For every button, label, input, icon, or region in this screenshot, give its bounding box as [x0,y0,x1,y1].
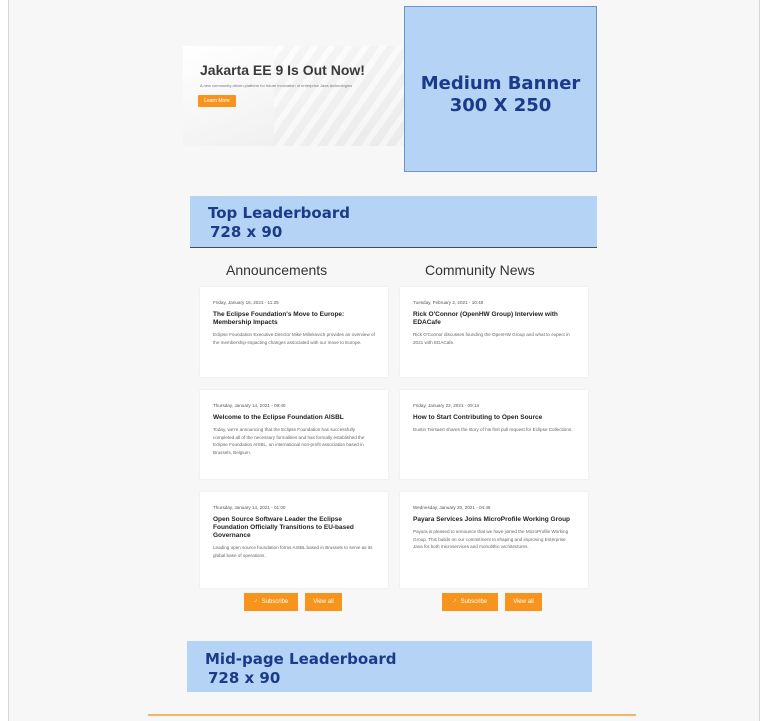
news-card[interactable]: Friday, January 22, 2021 - 09:14 How to … [400,390,588,479]
card-description: Dustin Teirsaert shares the story of his… [413,427,573,432]
card-description: Eclipse Foundation Executive Director Mi… [213,332,375,345]
community-news-heading: Community News [425,262,535,278]
announcement-card[interactable]: Thursday, January 14, 2021 - 09:40 Welco… [200,390,388,479]
card-title[interactable]: Payara Services Joins MicroProfile Worki… [413,516,576,524]
card-date: Tuesday, February 2, 2021 - 10:48 [413,300,484,305]
announcements-subscribe-button[interactable]: ⌏ Subscribe [244,593,298,611]
card-title[interactable]: Open Source Software Leader the Eclipse … [213,516,376,540]
ad-label: Top Leaderboard [208,204,350,222]
card-title[interactable]: Rick O'Connor (OpenHW Group) Interview w… [413,311,576,327]
community-news-subscribe-button[interactable]: ⌏ Subscribe [442,593,498,611]
card-date: Wednesday, January 20, 2021 - 04:46 [413,505,491,510]
mid-page-leaderboard-ad[interactable]: Mid-page Leaderboard 728 x 90 [187,641,592,692]
medium-banner-ad[interactable]: Medium Banner 300 X 250 [404,6,597,172]
news-card[interactable]: Tuesday, February 2, 2021 - 10:48 Rick O… [400,287,588,377]
learn-more-button[interactable]: Learn More [198,95,236,107]
announcement-card[interactable]: Friday, January 15, 2021 - 11:25 The Ecl… [200,287,388,377]
card-date: Thursday, January 14, 2021 - 01:00 [213,505,286,510]
card-description: Payara is pleased to announce that we ha… [413,529,569,550]
ad-size: 728 x 90 [208,669,281,687]
ad-size: 300 X 250 [449,95,552,116]
button-label: Subscribe [261,599,289,605]
hero-background-graphic [274,46,404,146]
announcement-card[interactable]: Thursday, January 14, 2021 - 01:00 Open … [200,492,388,588]
hero-subtitle: A new community-driven platform for futu… [200,83,353,88]
rss-icon: ⌏ [452,599,458,605]
announcements-view-all-button[interactable]: View all [305,593,342,611]
rss-icon: ⌏ [253,599,259,605]
hero-title: Jakarta EE 9 Is Out Now! [200,62,365,78]
card-title[interactable]: The Eclipse Foundation's Move to Europe:… [213,311,376,327]
section-divider [148,714,636,716]
community-news-view-all-button[interactable]: View all [505,593,542,611]
card-description: Leading open source foundation forms AIS… [213,545,373,558]
top-leaderboard-ad[interactable]: Top Leaderboard 728 x 90 [190,196,597,248]
card-date: Friday, January 15, 2021 - 11:25 [213,300,279,305]
ad-size: 728 x 90 [210,223,283,241]
news-card[interactable]: Wednesday, January 20, 2021 - 04:46 Paya… [400,492,588,588]
button-label: Subscribe [460,599,488,605]
card-date: Thursday, January 14, 2021 - 09:40 [213,403,286,408]
card-date: Friday, January 22, 2021 - 09:14 [413,403,480,408]
card-description: Rick O'Connor discusses founding the Ope… [413,332,570,345]
ad-label: Medium Banner [420,73,581,94]
announcements-heading: Announcements [226,262,328,278]
card-title[interactable]: How to Start Contributing to Open Source [413,414,576,422]
card-title[interactable]: Welcome to the Eclipse Foundation AISBL [213,414,376,422]
hero-banner: Jakarta EE 9 Is Out Now! A new community… [183,46,404,146]
card-description: Today, we're announcing that the Eclipse… [213,427,365,455]
ad-label: Mid-page Leaderboard [205,650,397,668]
